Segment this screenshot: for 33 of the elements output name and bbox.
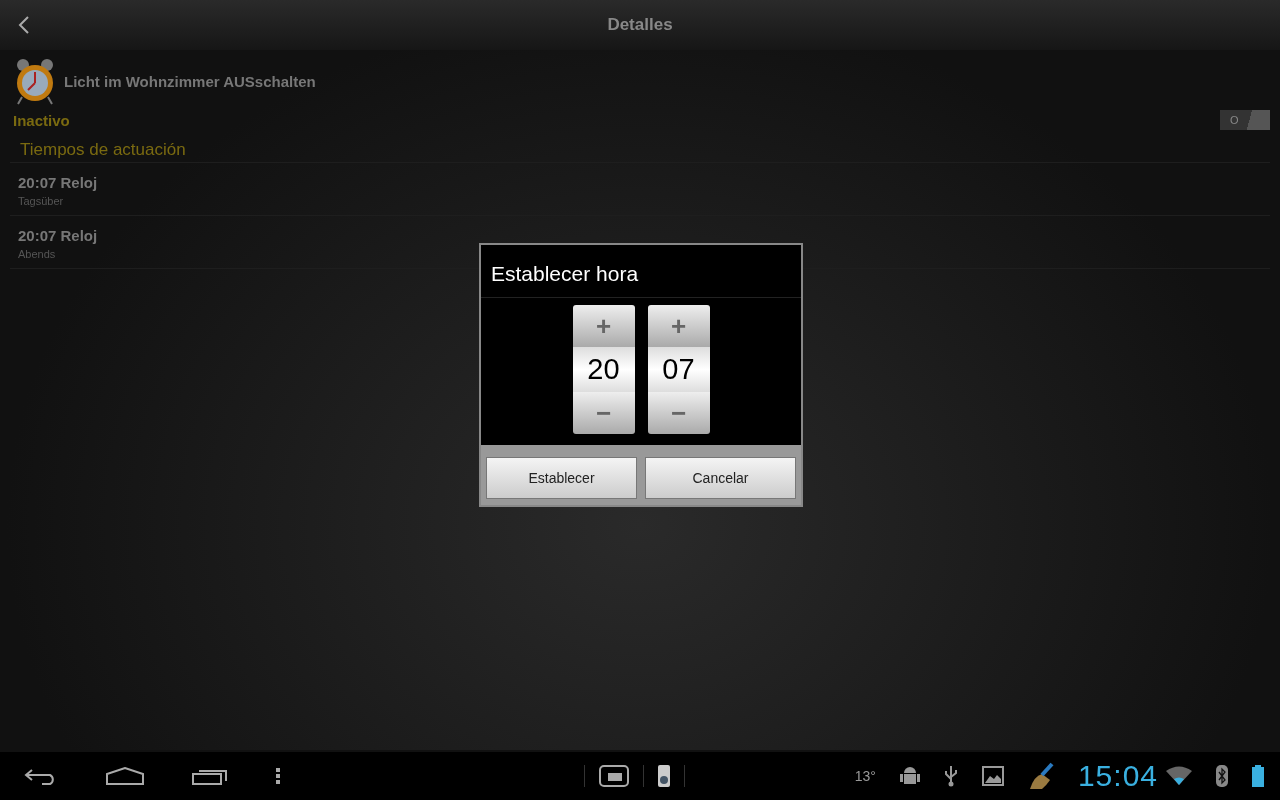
android-icon bbox=[899, 765, 920, 787]
task-status: Inactivo bbox=[12, 111, 70, 129]
temperature: 13° bbox=[854, 768, 876, 784]
screen-title: Detalles bbox=[606, 15, 674, 35]
toggle-switch[interactable]: O bbox=[1220, 110, 1270, 130]
number-field[interactable]: 07 bbox=[647, 347, 710, 392]
number-field[interactable]: 20 bbox=[572, 347, 635, 392]
home-icon[interactable] bbox=[106, 767, 144, 785]
task-name: Licht im Wohnzimmer AUSschalten bbox=[64, 72, 316, 90]
recent-apps-icon[interactable] bbox=[192, 767, 228, 785]
back-icon[interactable] bbox=[18, 15, 30, 35]
usb-icon bbox=[943, 765, 958, 787]
dialog-button[interactable]: Cancelar bbox=[645, 457, 796, 499]
increment-button[interactable]: + bbox=[572, 305, 635, 347]
wifi-icon bbox=[1166, 766, 1192, 786]
time-title[interactable]: 20:07 Reloj bbox=[18, 227, 1262, 244]
time-title[interactable]: 20:07 Reloj bbox=[18, 174, 1262, 191]
increment-button[interactable]: + bbox=[647, 305, 710, 347]
dialog-title: Establecer hora bbox=[481, 245, 801, 298]
decrement-button[interactable]: − bbox=[647, 392, 710, 434]
bluetooth-icon bbox=[1216, 765, 1228, 787]
alarm-clock-icon bbox=[14, 57, 56, 105]
clock: 15:04 bbox=[1077, 759, 1158, 793]
decrement-button[interactable]: − bbox=[572, 392, 635, 434]
battery-icon bbox=[1252, 765, 1264, 787]
window-icon[interactable] bbox=[599, 765, 629, 787]
section-header: Tiempos de actuación bbox=[10, 130, 1270, 163]
dialog-button[interactable]: Establecer bbox=[486, 457, 637, 499]
broom-icon bbox=[1027, 762, 1056, 790]
image-icon bbox=[981, 766, 1004, 786]
time-subtitle: Abends bbox=[18, 248, 57, 260]
menu-icon[interactable] bbox=[276, 767, 280, 785]
time-subtitle: Tagsüber bbox=[18, 195, 65, 207]
